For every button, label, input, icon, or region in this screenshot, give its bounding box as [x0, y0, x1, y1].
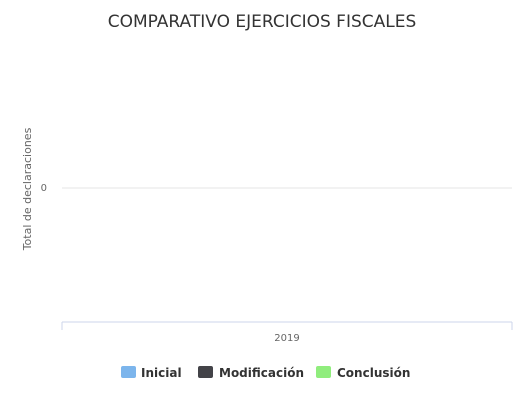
y-tick-label: 0: [41, 183, 47, 194]
x-tick-label: 2019: [274, 333, 299, 344]
x-axis: 2019: [61, 321, 513, 344]
legend-label-conclusion: Conclusión: [337, 366, 410, 380]
legend-swatch-conclusion: [316, 366, 331, 378]
chart: COMPARATIVO EJERCICIOS FISCALES 0 Total …: [21, 12, 513, 380]
chart-title: COMPARATIVO EJERCICIOS FISCALES: [108, 12, 417, 32]
legend-label-inicial: Inicial: [141, 366, 182, 380]
legend: Inicial Modificación Conclusión: [121, 366, 410, 380]
legend-label-modificacion: Modificación: [219, 366, 304, 380]
legend-item-inicial[interactable]: Inicial: [121, 366, 182, 380]
y-axis-title: Total de declaraciones: [21, 127, 34, 251]
legend-item-modificacion[interactable]: Modificación: [198, 366, 304, 380]
legend-swatch-inicial: [121, 366, 136, 378]
legend-item-conclusion[interactable]: Conclusión: [316, 366, 410, 380]
legend-swatch-modificacion: [198, 366, 213, 378]
plot-area: 0 Total de declaraciones: [21, 127, 512, 251]
